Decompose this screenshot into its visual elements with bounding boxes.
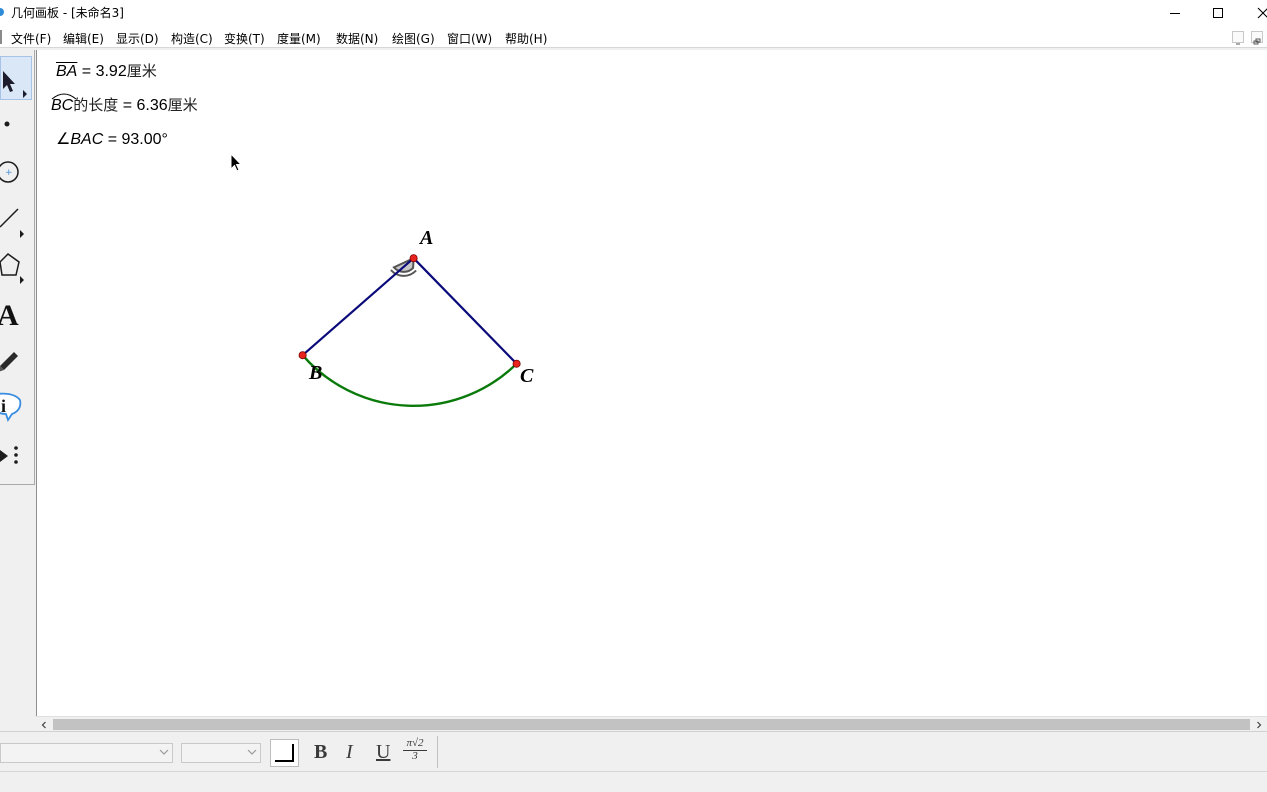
custom-tool-button[interactable] bbox=[0, 430, 32, 474]
menu-help[interactable]: 帮助(H) bbox=[505, 30, 547, 47]
compass-icon: + bbox=[0, 161, 19, 183]
marker-pen-icon bbox=[0, 352, 18, 372]
point-label-a[interactable]: A bbox=[420, 227, 433, 250]
svg-text:+: + bbox=[5, 168, 13, 178]
menu-edit[interactable]: 编辑(E) bbox=[63, 30, 104, 47]
window-title: 几何画板 - [未命名3] bbox=[11, 6, 124, 20]
menu-data[interactable]: 数据(N) bbox=[336, 30, 378, 47]
marker-tool-button[interactable] bbox=[0, 336, 32, 380]
toolbar-divider bbox=[437, 736, 438, 768]
svg-text:i: i bbox=[1, 396, 6, 416]
point-label-c[interactable]: C bbox=[520, 365, 533, 388]
arc-bc[interactable] bbox=[301, 354, 518, 407]
menu-window[interactable]: 窗口(W) bbox=[447, 30, 492, 47]
menu-measure[interactable]: 度量(M) bbox=[277, 30, 321, 47]
point-tool-button[interactable] bbox=[0, 102, 32, 146]
toolbox: + A i bbox=[0, 50, 35, 485]
color-swatch bbox=[275, 744, 294, 762]
straightedge-tool-button[interactable] bbox=[0, 196, 32, 240]
compass-tool-button[interactable]: + bbox=[0, 150, 32, 194]
close-icon bbox=[1257, 7, 1267, 19]
scroll-left-button[interactable] bbox=[36, 717, 52, 732]
point-label-b[interactable]: B bbox=[309, 362, 322, 385]
svg-text:A: A bbox=[0, 299, 19, 332]
text-color-button[interactable] bbox=[270, 739, 299, 767]
information-icon: i bbox=[0, 392, 22, 423]
arrow-select-icon bbox=[3, 71, 27, 98]
information-tool-button[interactable]: i bbox=[0, 384, 32, 428]
point-b[interactable] bbox=[298, 351, 307, 360]
menu-construct[interactable]: 构造(C) bbox=[171, 30, 213, 47]
math-format-button[interactable]: π√2 3 bbox=[403, 738, 427, 768]
menu-edge bbox=[0, 30, 2, 44]
mdi-minimize-button[interactable] bbox=[1232, 31, 1244, 45]
close-button[interactable] bbox=[1240, 0, 1267, 26]
mdi-restore-button[interactable] bbox=[1251, 31, 1263, 45]
menu-display[interactable]: 显示(D) bbox=[116, 30, 159, 47]
font-family-select[interactable] bbox=[0, 743, 173, 763]
maximize-icon bbox=[1213, 8, 1223, 18]
segment-ac[interactable] bbox=[412, 257, 518, 365]
polygon-tool-button[interactable] bbox=[0, 242, 32, 286]
math-denominator: 3 bbox=[412, 750, 418, 762]
geometry-figure bbox=[298, 254, 521, 407]
text-format-toolbar: B I U π√2 3 bbox=[0, 731, 1267, 771]
minimize-icon bbox=[1236, 43, 1240, 45]
chevron-right-icon bbox=[1257, 721, 1262, 728]
menu-graph[interactable]: 绘图(G) bbox=[392, 30, 435, 47]
menu-file[interactable]: 文件(F) bbox=[11, 30, 51, 47]
scrollbar-thumb[interactable] bbox=[53, 719, 1250, 730]
segment-ab[interactable] bbox=[301, 257, 415, 357]
bold-button[interactable]: B bbox=[314, 741, 327, 764]
custom-tool-icon bbox=[0, 446, 18, 464]
arrow-tool-button[interactable] bbox=[0, 56, 32, 100]
straightedge-icon bbox=[0, 208, 24, 238]
text-icon: A bbox=[0, 299, 19, 332]
point-a[interactable] bbox=[409, 254, 418, 263]
chevron-down-icon bbox=[247, 749, 257, 755]
font-size-select[interactable] bbox=[181, 743, 261, 763]
restore-icon bbox=[1253, 38, 1261, 45]
app-logo-icon bbox=[0, 8, 4, 16]
point-icon bbox=[4, 121, 10, 127]
underline-button[interactable]: U bbox=[376, 741, 390, 764]
minimize-icon bbox=[1170, 13, 1180, 14]
app-window: 几何画板 - [未命名3] 文件(F) 编辑(E) 显示(D) 构造(C) 变换… bbox=[0, 0, 1267, 792]
italic-button[interactable]: I bbox=[346, 741, 353, 764]
menu-bar: 文件(F) 编辑(E) 显示(D) 构造(C) 变换(T) 度量(M) 数据(N… bbox=[0, 26, 1267, 48]
sketch-canvas[interactable]: BA = 3.92厘米 BC 的长度 = 6.36厘米 ∠BAC = 93.00… bbox=[36, 50, 1267, 716]
title-bar: 几何画板 - [未命名3] bbox=[0, 0, 1267, 26]
minimize-button[interactable] bbox=[1152, 0, 1198, 26]
horizontal-scrollbar[interactable] bbox=[36, 716, 1267, 731]
chevron-down-icon bbox=[159, 749, 169, 755]
text-tool-button[interactable]: A bbox=[0, 290, 32, 334]
maximize-button[interactable] bbox=[1195, 0, 1241, 26]
menu-transform[interactable]: 变换(T) bbox=[224, 30, 265, 47]
status-bar bbox=[0, 771, 1267, 792]
scroll-right-button[interactable] bbox=[1251, 717, 1267, 732]
polygon-icon bbox=[0, 253, 24, 284]
chevron-left-icon bbox=[41, 721, 46, 728]
